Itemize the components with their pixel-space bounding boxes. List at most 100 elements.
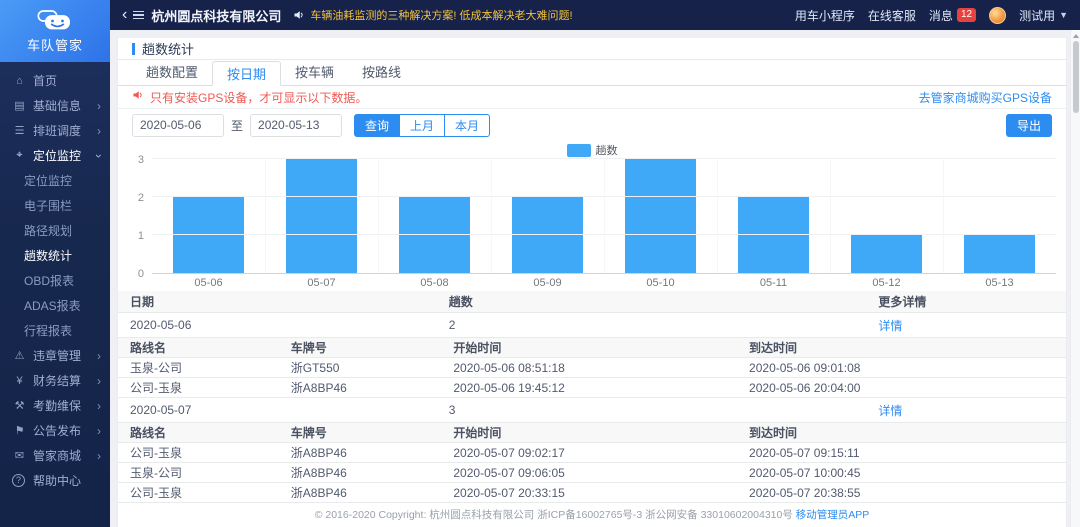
gridline-vertical [604, 160, 605, 273]
username: 测试用 [1019, 7, 1055, 24]
start-time-cell: 2020-05-06 19:45:12 [453, 381, 749, 395]
date-row: 2020-05-062详情 [118, 313, 1066, 338]
topbar: ‹ 杭州圆点科技有限公司 车辆油耗监测的三种解决方案! 低成本解决老大难问题! … [110, 0, 1080, 30]
sidebar-item-violation[interactable]: ⚠违章管理› [0, 343, 110, 368]
sub-header-cell: 车牌号 [291, 424, 454, 441]
end-time-cell: 2020-05-06 20:04:00 [749, 381, 1054, 395]
trips-table: 日期 趟数 更多详情 2020-05-062详情路线名车牌号开始时间到达时间玉泉… [118, 291, 1066, 503]
header-date: 日期 [130, 293, 449, 310]
filter-row: 至 查询 上月 本月 导出 [118, 109, 1066, 141]
chevron-right-icon: › [97, 374, 101, 388]
bar [399, 197, 469, 273]
title-marker [132, 43, 135, 55]
chevron-down-icon: › [92, 154, 106, 158]
customer-service-link[interactable]: 在线客服 [868, 7, 916, 24]
query-button[interactable]: 查询 [354, 114, 400, 137]
sidebar-item-label: 帮助中心 [33, 472, 81, 489]
sidebar-item-label: 首页 [33, 72, 57, 89]
gridline-vertical [830, 160, 831, 273]
announcement-speaker-icon [293, 9, 305, 21]
date-cell: 2020-05-07 [130, 403, 449, 417]
plate-cell: 浙A8BP46 [291, 484, 454, 501]
prev-month-button[interactable]: 上月 [399, 114, 445, 137]
route-cell: 玉泉-公司 [130, 464, 291, 481]
copyright-text: © 2016-2020 Copyright: 杭州圆点科技有限公司 浙ICP备1… [315, 509, 793, 521]
sidebar-item-help[interactable]: ?帮助中心 [0, 468, 110, 493]
avatar[interactable] [989, 7, 1006, 24]
menu-icon[interactable] [133, 9, 144, 22]
sidebar-subitem[interactable]: 行程报表 [0, 318, 110, 343]
sub-header-cell: 开始时间 [453, 424, 749, 441]
admin-app-link[interactable]: 移动管理员APP [796, 509, 870, 521]
user-menu[interactable]: 测试用 ▼ [1019, 7, 1068, 24]
sidebar-subitem[interactable]: OBD报表 [0, 268, 110, 293]
sidebar-subitem[interactable]: 趟数统计 [0, 243, 110, 268]
mini-program-link[interactable]: 用车小程序 [795, 7, 855, 24]
bar-slot [152, 160, 265, 273]
scroll-up-icon[interactable] [1073, 34, 1079, 38]
end-time-cell: 2020-05-07 20:38:55 [749, 486, 1054, 500]
sidebar-item-finance[interactable]: ¥财务结算› [0, 368, 110, 393]
route-cell: 玉泉-公司 [130, 359, 291, 376]
sidebar-subitem[interactable]: 电子围栏 [0, 193, 110, 218]
sidebar-item-attendance[interactable]: ⚒考勤维保› [0, 393, 110, 418]
end-time-cell: 2020-05-07 09:15:11 [749, 446, 1054, 460]
vertical-scrollbar[interactable] [1070, 30, 1080, 527]
sidebar-item-home[interactable]: ⌂首页 [0, 68, 110, 93]
trip-row: 公司-玉泉浙A8BP462020-05-07 09:02:172020-05-0… [118, 443, 1066, 463]
bar [625, 159, 695, 273]
x-tick-label: 05-07 [265, 277, 378, 289]
sidebar-item-label: 公告发布 [33, 422, 81, 439]
chevron-right-icon: › [97, 124, 101, 138]
sidebar-subitem[interactable]: 路径规划 [0, 218, 110, 243]
count-cell: 3 [449, 403, 879, 417]
sidebar-item-info[interactable]: ▤基础信息› [0, 93, 110, 118]
sidebar-item-mall[interactable]: ✉管家商城› [0, 443, 110, 468]
sidebar-item-location[interactable]: ⌖定位监控› [0, 143, 110, 168]
detail-link[interactable]: 详情 [878, 404, 902, 418]
bar-slot [604, 160, 717, 273]
tab-3[interactable]: 按路线 [348, 60, 415, 85]
back-icon[interactable]: ‹ [122, 7, 127, 23]
sidebar-item-schedule[interactable]: ☰排班调度› [0, 118, 110, 143]
table-groups: 2020-05-062详情路线名车牌号开始时间到达时间玉泉-公司浙GT55020… [118, 313, 1066, 503]
x-axis-labels: 05-0605-0705-0805-0905-1005-1105-1205-13 [152, 274, 1056, 291]
plot-wrap: 0123 [128, 160, 1056, 274]
tab-2[interactable]: 按车辆 [281, 60, 348, 85]
x-tick-label: 05-06 [152, 277, 265, 289]
tab-0[interactable]: 趟数配置 [132, 60, 212, 85]
table-header-row: 日期 趟数 更多详情 [118, 291, 1066, 313]
plate-cell: 浙A8BP46 [291, 379, 454, 396]
start-time-cell: 2020-05-07 09:06:05 [453, 466, 749, 480]
route-cell: 公司-玉泉 [130, 379, 291, 396]
messages-link[interactable]: 消息 12 [929, 7, 976, 24]
page-title: 趟数统计 [142, 39, 194, 58]
date-from-input[interactable] [132, 114, 224, 137]
violation-icon: ⚠ [12, 349, 27, 362]
chevron-right-icon: › [97, 349, 101, 363]
date-button-group: 查询 上月 本月 [354, 114, 490, 137]
chevron-down-icon: ▼ [1059, 10, 1068, 20]
plate-cell: 浙A8BP46 [291, 444, 454, 461]
date-to-input[interactable] [250, 114, 342, 137]
sidebar-subitem[interactable]: ADAS报表 [0, 293, 110, 318]
bar [964, 235, 1034, 273]
sidebar-subitem[interactable]: 定位监控 [0, 168, 110, 193]
export-button[interactable]: 导出 [1006, 114, 1052, 137]
sub-header-row: 路线名车牌号开始时间到达时间 [118, 338, 1066, 358]
detail-link[interactable]: 详情 [878, 319, 902, 333]
gridline-vertical [378, 160, 379, 273]
sidebar-item-label: 基础信息 [33, 97, 81, 114]
start-time-cell: 2020-05-07 20:33:15 [453, 486, 749, 500]
chart-legend[interactable]: 趟数 [128, 142, 1056, 158]
gridline [152, 158, 1056, 159]
bar-slot [830, 160, 943, 273]
this-month-button[interactable]: 本月 [444, 114, 490, 137]
sidebar: 车队管家 ⌂首页▤基础信息›☰排班调度›⌖定位监控›定位监控电子围栏路径规划趟数… [0, 0, 110, 527]
scrollbar-thumb[interactable] [1073, 41, 1079, 113]
buy-gps-link[interactable]: 去管家商城购买GPS设备 [919, 89, 1052, 106]
sidebar-item-announce[interactable]: ⚑公告发布› [0, 418, 110, 443]
y-tick-label: 1 [138, 230, 144, 242]
bar [286, 159, 356, 273]
tab-1[interactable]: 按日期 [212, 61, 281, 86]
